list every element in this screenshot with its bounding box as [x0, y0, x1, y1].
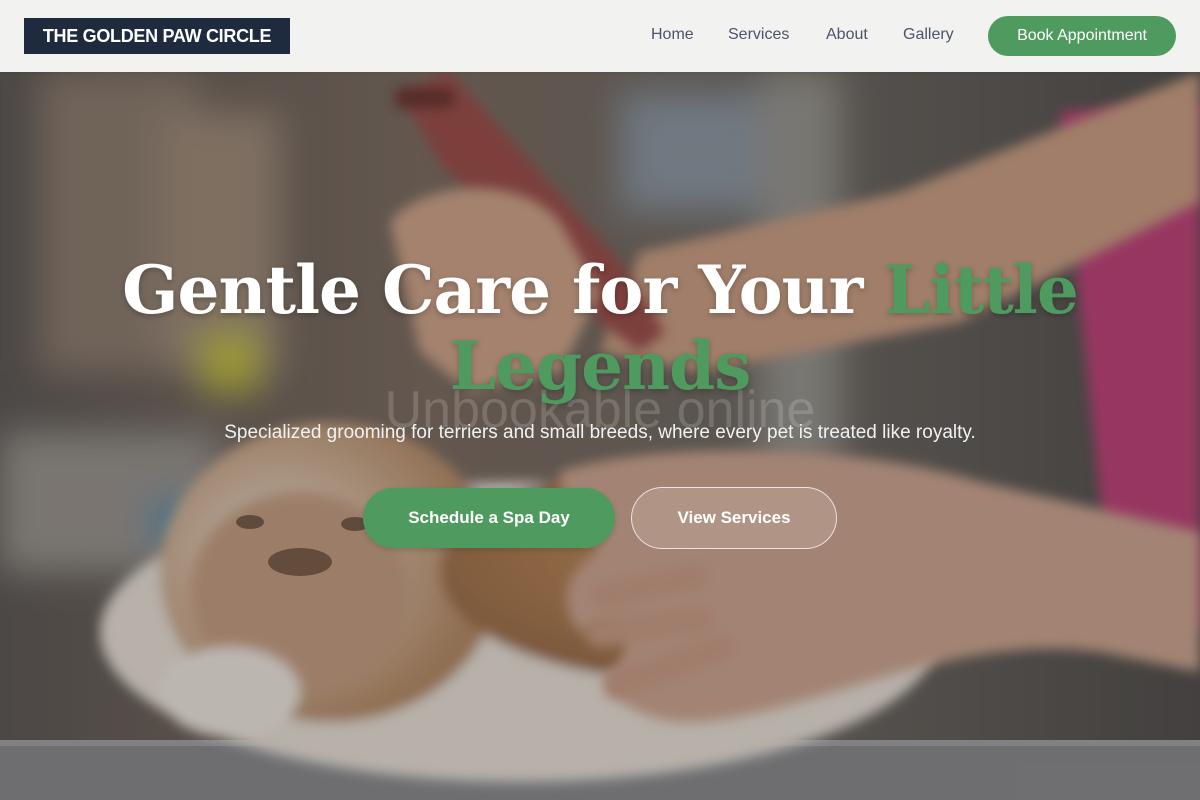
- schedule-spa-day-button[interactable]: Schedule a Spa Day: [363, 488, 615, 548]
- nav-link-services[interactable]: Services: [728, 26, 789, 44]
- hero-section: Unbookable online Gentle Care for Your L…: [0, 72, 1200, 800]
- nav-link-about[interactable]: About: [826, 26, 868, 44]
- view-services-button[interactable]: View Services: [631, 487, 837, 549]
- nav-link-home[interactable]: Home: [651, 26, 694, 44]
- hero-headline-main: Gentle Care for Your: [122, 251, 885, 329]
- hero-subtitle: Specialized grooming for terriers and sm…: [224, 422, 976, 443]
- site-header: THE GOLDEN PAW CIRCLE Home Services Abou…: [0, 0, 1200, 72]
- hero-headline: Gentle Care for Your Little Legends: [100, 252, 1100, 404]
- site-logo[interactable]: THE GOLDEN PAW CIRCLE: [24, 18, 290, 54]
- book-appointment-button[interactable]: Book Appointment: [988, 16, 1176, 56]
- nav-link-gallery[interactable]: Gallery: [903, 26, 954, 44]
